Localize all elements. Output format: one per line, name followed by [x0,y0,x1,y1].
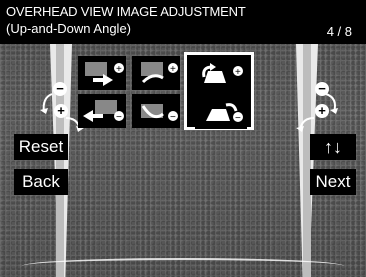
adjust-side-plus-button[interactable]: + [132,56,180,90]
right-guide-line-inner [303,44,311,277]
adjust-front-minus-button[interactable]: − [78,94,126,128]
svg-text:+: + [235,67,241,78]
next-button[interactable]: Next [310,169,356,195]
selected-adjustment-panel: + − [184,52,254,130]
page-title: OVERHEAD VIEW IMAGE ADJUSTMENT [6,4,246,19]
adjust-side-minus-button[interactable]: − [132,94,180,128]
adjust-angle-plus-button[interactable]: + [195,59,247,93]
left-guide-line-inner [56,44,64,277]
svg-text:+: + [116,64,122,75]
back-button[interactable]: Back [14,169,68,195]
side-move-plus-icon: + [141,62,178,84]
front-move-minus-icon: − [83,100,124,123]
selected-rotate-minus-icon: − [206,103,243,124]
svg-text:−: − [235,113,241,124]
right-lower-curved-arrow-icon [296,117,315,132]
adjust-front-plus-button[interactable]: + [78,56,126,90]
selected-rotate-plus-icon: + [202,63,243,83]
svg-text:−: − [170,112,176,123]
side-move-minus-icon: − [141,104,178,123]
right-curved-arrow-icon [325,93,338,114]
page-subtitle: (Up-and-Down Angle) [6,21,132,36]
up-down-toggle-button[interactable]: ↑↓ [310,134,356,160]
page-indicator: 4 / 8 [326,24,352,39]
front-move-plus-icon: + [85,62,124,86]
svg-text:+: + [170,64,176,75]
adjust-angle-minus-button[interactable]: − [195,95,247,129]
adjustment-grid: + + + − − − [78,52,254,130]
svg-text:−: − [116,112,122,123]
header: OVERHEAD VIEW IMAGE ADJUSTMENT (Up-and-D… [0,0,366,44]
reset-button[interactable]: Reset [14,134,68,160]
camera-view: OVERHEAD VIEW IMAGE ADJUSTMENT (Up-and-D… [0,0,366,277]
left-curved-arrow-icon [40,93,53,114]
bumper-outline [22,258,344,274]
